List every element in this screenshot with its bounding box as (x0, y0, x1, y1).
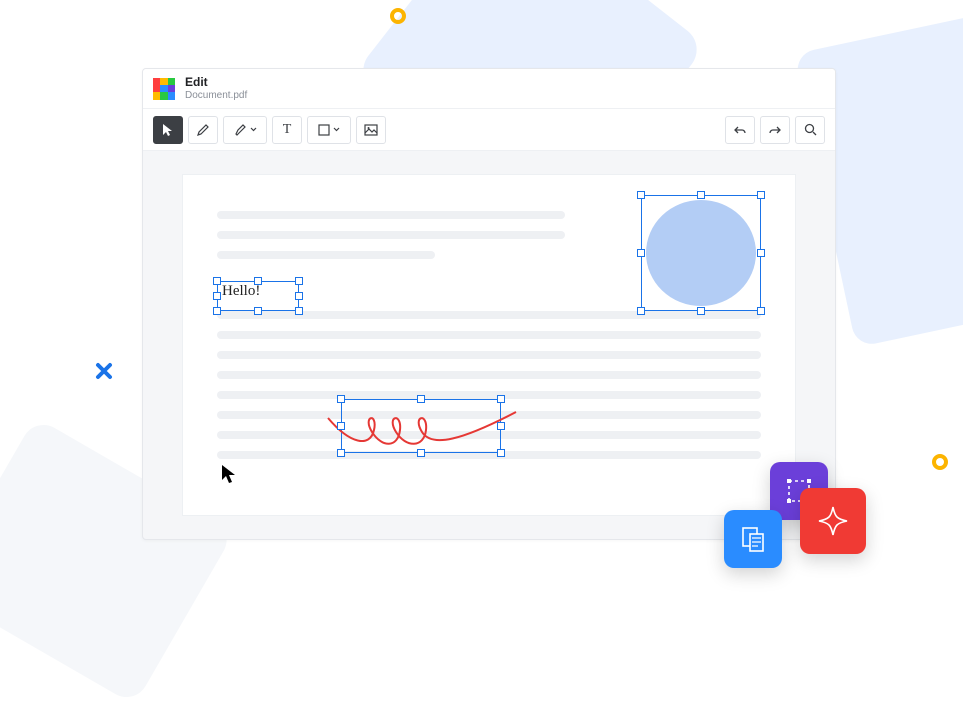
toolbar: T (143, 109, 835, 151)
text-icon: T (283, 122, 292, 138)
scribble-drawing (342, 400, 502, 454)
feature-card-copy (724, 510, 782, 568)
document-filename: Document.pdf (185, 90, 247, 101)
highlighter-icon (233, 123, 247, 137)
text-placeholder (217, 251, 435, 259)
text-placeholder (217, 391, 761, 399)
copy-page-icon (738, 524, 768, 554)
square-icon (318, 124, 330, 136)
undo-button[interactable] (725, 116, 755, 144)
circle-object-selected[interactable] (641, 195, 761, 311)
decoration-ring-icon (390, 8, 406, 24)
pencil-icon (196, 123, 210, 137)
circle-shape (646, 200, 756, 306)
title-bar: Edit Document.pdf (143, 69, 835, 109)
text-placeholder (217, 331, 761, 339)
app-logo-icon (153, 78, 175, 100)
chevron-down-icon (250, 127, 257, 132)
cursor-pointer-icon (221, 464, 237, 489)
text-tool-button[interactable]: T (272, 116, 302, 144)
editor-window: Edit Document.pdf T (142, 68, 836, 540)
search-button[interactable] (795, 116, 825, 144)
search-icon (804, 123, 817, 136)
pencil-tool-button[interactable] (188, 116, 218, 144)
canvas-area[interactable]: Hello! (143, 151, 835, 539)
undo-icon (733, 124, 747, 136)
text-object-selected[interactable]: Hello! (217, 281, 299, 311)
image-tool-button[interactable] (356, 116, 386, 144)
window-title: Edit (185, 76, 247, 89)
shape-tool-button[interactable] (307, 116, 351, 144)
text-placeholder (217, 371, 761, 379)
document-page[interactable]: Hello! (183, 175, 795, 515)
star-shape-icon (815, 503, 851, 539)
text-placeholder (217, 211, 565, 219)
select-tool-button[interactable] (153, 116, 183, 144)
text-placeholder (217, 231, 565, 239)
redo-button[interactable] (760, 116, 790, 144)
decoration-ring-icon (932, 454, 948, 470)
chevron-down-icon (333, 127, 340, 132)
highlighter-tool-button[interactable] (223, 116, 267, 144)
decoration-cross-icon (95, 362, 113, 380)
image-icon (364, 124, 378, 136)
text-placeholder (217, 351, 761, 359)
feature-card-shape (800, 488, 866, 554)
redo-icon (768, 124, 782, 136)
drawing-object-selected[interactable] (341, 399, 501, 453)
cursor-icon (162, 123, 174, 137)
